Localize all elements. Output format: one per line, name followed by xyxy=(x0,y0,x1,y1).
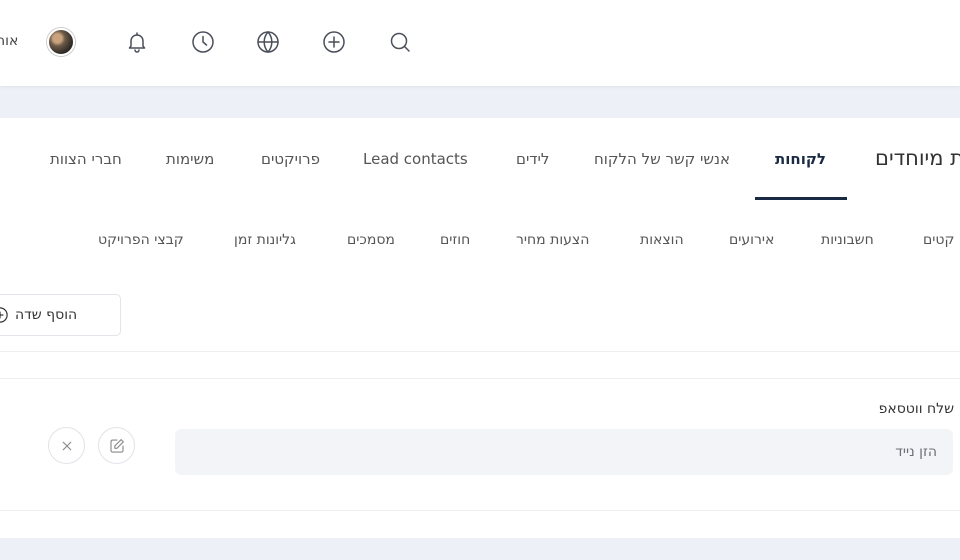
tab-projects-partial[interactable]: קטים xyxy=(923,232,954,248)
section-title: ת מיוחדים xyxy=(875,146,960,170)
tab-contracts[interactable]: חוזים xyxy=(440,232,470,248)
tab-invoices[interactable]: חשבוניות xyxy=(821,232,874,248)
clock-icon[interactable] xyxy=(189,28,217,56)
tab-documents[interactable]: מסמכים xyxy=(347,232,395,248)
tab-leads[interactable]: לידים xyxy=(516,150,549,168)
add-field-button[interactable]: הוסף שדה xyxy=(0,294,121,336)
divider xyxy=(0,510,960,511)
user-name[interactable]: אוה xyxy=(0,33,18,49)
add-field-label: הוסף שדה xyxy=(15,307,78,323)
tab-customers[interactable]: לקוחות xyxy=(775,150,826,168)
tab-tasks[interactable]: משימות xyxy=(166,150,214,168)
tab-timesheets[interactable]: גליונות זמן xyxy=(234,232,296,248)
globe-icon[interactable] xyxy=(254,28,282,56)
close-icon xyxy=(62,441,71,450)
tab-project-files[interactable]: קבצי הפרויקט xyxy=(98,232,184,248)
content-panel: ת מיוחדים לקוחות אנשי קשר של הלקוח לידים… xyxy=(0,118,960,538)
bell-icon[interactable] xyxy=(123,28,151,56)
divider xyxy=(0,378,960,379)
plus-circle-icon[interactable] xyxy=(320,28,348,56)
clear-button[interactable] xyxy=(48,427,85,464)
tab-projects[interactable]: פרויקטים xyxy=(261,150,320,168)
avatar[interactable] xyxy=(47,28,75,56)
tab-team-members[interactable]: חברי הצוות xyxy=(50,150,122,168)
tab-quotes[interactable]: הצעות מחיר xyxy=(516,232,589,248)
active-tab-indicator xyxy=(755,197,847,200)
mobile-input[interactable] xyxy=(175,429,953,475)
field-label: שלח ווטסאפ xyxy=(878,401,954,417)
top-bar: אוה xyxy=(0,0,960,86)
tab-customer-contacts[interactable]: אנשי קשר של הלקוח xyxy=(594,150,730,168)
plus-circle-icon xyxy=(0,307,8,323)
main-tabs: ת מיוחדים לקוחות אנשי קשר של הלקוח לידים… xyxy=(0,118,960,200)
edit-icon xyxy=(109,438,124,453)
edit-button[interactable] xyxy=(98,427,135,464)
divider xyxy=(0,351,960,352)
search-icon[interactable] xyxy=(386,28,414,56)
tab-lead-contacts[interactable]: Lead contacts xyxy=(363,150,468,168)
tab-expenses[interactable]: הוצאות xyxy=(640,232,684,248)
tab-events[interactable]: אירועים xyxy=(729,232,774,248)
